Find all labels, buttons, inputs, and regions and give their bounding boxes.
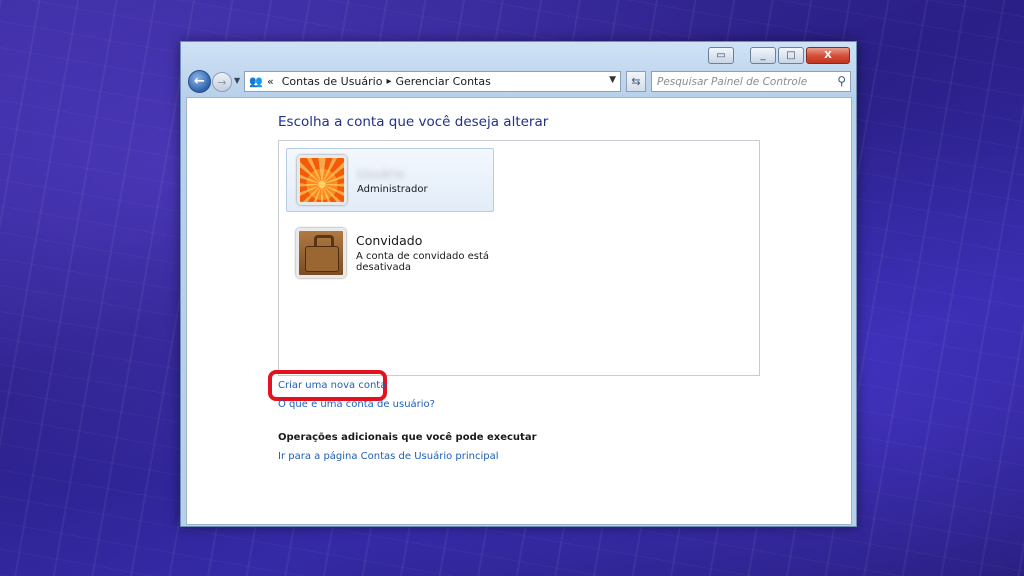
additional-operations-heading: Operações adicionais que você pode execu… <box>278 432 537 443</box>
suitcase-avatar-icon <box>296 228 346 278</box>
window-controls: ▭ _ □ X <box>708 47 850 64</box>
back-button[interactable]: ← <box>188 70 211 93</box>
create-account-link[interactable]: Criar uma nova conta <box>278 380 386 391</box>
search-input[interactable]: Pesquisar Painel de Controle ⚲ <box>651 71 851 92</box>
breadcrumb-item-user-accounts[interactable]: Contas de Usuário <box>282 75 383 88</box>
address-bar[interactable]: 👥 « Contas de Usuário ▸ Gerenciar Contas… <box>244 71 621 92</box>
maximize-button[interactable]: □ <box>778 47 804 64</box>
control-panel-window: ▭ _ □ X ← → ▼ 👥 « Contas de Usuário ▸ Ge… <box>180 41 857 527</box>
content-pane: Escolha a conta que você deseja alterar … <box>186 97 852 525</box>
page-title: Escolha a conta que você deseja alterar <box>278 114 549 130</box>
account-list: Usuário Administrador Convidado A conta … <box>278 140 760 376</box>
refresh-button[interactable]: ⇆ <box>626 71 646 92</box>
account-role: Administrador <box>357 183 428 195</box>
minimize-button[interactable]: _ <box>750 47 776 64</box>
forward-button[interactable]: → <box>212 72 232 92</box>
window-extra-button[interactable]: ▭ <box>708 47 734 64</box>
account-status: A conta de convidado está desativada <box>356 251 490 273</box>
close-button[interactable]: X <box>806 47 850 64</box>
history-dropdown-icon[interactable]: ▼ <box>234 76 240 85</box>
user-accounts-icon: 👥 <box>249 75 263 88</box>
navigation-bar: ← → ▼ 👥 « Contas de Usuário ▸ Gerenciar … <box>186 70 851 94</box>
flower-avatar-icon <box>297 155 347 205</box>
account-tile-administrator[interactable]: Usuário Administrador <box>286 148 494 212</box>
breadcrumb-separator-icon[interactable]: ▸ <box>386 76 391 87</box>
breadcrumb-item-manage-accounts[interactable]: Gerenciar Contas <box>395 75 490 88</box>
address-dropdown-icon[interactable]: ▼ <box>609 75 616 85</box>
account-name: Usuário <box>357 165 405 181</box>
search-icon[interactable]: ⚲ <box>837 74 846 88</box>
search-placeholder: Pesquisar Painel de Controle <box>657 75 808 88</box>
account-name: Convidado <box>356 233 423 248</box>
account-tile-guest[interactable]: Convidado A conta de convidado está desa… <box>286 221 494 285</box>
breadcrumb-prefix[interactable]: « <box>267 75 274 88</box>
what-is-account-link[interactable]: O que é uma conta de usuário? <box>278 399 435 410</box>
main-user-accounts-link[interactable]: Ir para a página Contas de Usuário princ… <box>278 451 499 462</box>
